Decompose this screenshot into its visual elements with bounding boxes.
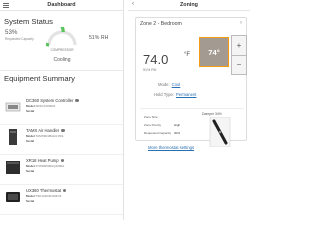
system-status-card: 53% Requested Capacity COMPRESSOR 51% RH… <box>0 26 123 63</box>
stat-label: Zone Priority <box>144 123 162 127</box>
equipment-name: UX360 Thermostat <box>26 188 62 193</box>
list-item[interactable]: TAMX Air Handler Model TAMX9D1BAH3.0SS S… <box>0 125 123 155</box>
list-item[interactable]: XR18 Heat Pump Model 4TWR9D36AQ1000A Ser… <box>0 155 123 185</box>
hold-row: Hold Type: Permanent <box>154 92 196 97</box>
zone-card: Zone 2 - Bedroom › 74.0 °F 51% RH 74° + … <box>135 17 247 147</box>
hold-label: Hold Type: <box>154 92 174 97</box>
equipment-name: DC360 System Controller <box>26 98 74 103</box>
model-label: Model <box>26 194 35 198</box>
thermostat-icon <box>6 192 20 202</box>
capacity-label: Requested Capacity <box>5 37 34 41</box>
zone-name: Zone 2 - Bedroom <box>140 21 182 27</box>
more-settings-link[interactable]: More thermostat settings <box>148 145 194 150</box>
increase-setpoint-button[interactable]: + <box>232 36 246 56</box>
capacity-value: 53% <box>5 29 18 36</box>
setpoint-display: 74° <box>199 37 229 67</box>
hold-value-link[interactable]: Permanent <box>176 92 196 97</box>
serial-label: Serial <box>26 139 35 143</box>
info-icon[interactable] <box>60 158 64 163</box>
stat-value: High <box>174 123 181 127</box>
setpoint-stepper: + − <box>231 35 247 75</box>
stat-label: Zone Size <box>144 115 158 119</box>
equipment-name: TAMX Air Handler <box>26 128 60 133</box>
mode-label: Mode: <box>158 82 170 87</box>
humidity-readout: 51% RH <box>89 35 109 41</box>
dashboard-title: Dashboard <box>47 2 76 8</box>
back-icon[interactable]: ‹ <box>132 1 134 7</box>
model-label: Model <box>26 104 35 108</box>
compressor-label: COMPRESSOR <box>50 48 74 52</box>
zoning-header: ‹ Zoning <box>128 0 250 11</box>
list-item[interactable]: DC360 System Controller Model SR1G720000… <box>0 95 123 125</box>
mode-value-link[interactable]: Cool <box>172 82 181 87</box>
dashboard-panel: Dashboard System Status 53% Requested Ca… <box>0 0 124 220</box>
temperature-unit: °F <box>184 52 191 58</box>
damper-icon <box>209 117 231 147</box>
zoning-title: Zoning <box>180 2 198 8</box>
chevron-right-icon[interactable]: › <box>240 20 242 26</box>
model-value: 4TWR9D36AQ1000A <box>35 164 65 168</box>
model-value: SR1G7200001 <box>35 104 56 108</box>
stat-value: 30% <box>174 131 181 135</box>
stat-label: Requested Capacity <box>144 131 172 135</box>
compressor-gauge-icon <box>46 27 77 47</box>
current-temperature: 74.0 <box>143 52 169 67</box>
zone-details: Zone Size Zone Priority High Requested C… <box>140 108 244 148</box>
zone-humidity: 51% RH <box>143 68 157 72</box>
zoning-panel: ‹ Zoning Zone 2 - Bedroom › 74.0 °F 51% … <box>128 0 250 220</box>
system-status-heading: System Status <box>4 17 53 26</box>
serial-label: Serial <box>26 169 35 173</box>
serial-label: Serial <box>26 199 35 203</box>
air-handler-icon <box>9 129 17 145</box>
serial-label: Serial <box>26 109 35 113</box>
decrease-setpoint-button[interactable]: − <box>232 55 246 74</box>
model-value: TAMX9D1BAH3.0SS <box>35 134 64 138</box>
system-mode: Cooling <box>53 57 71 63</box>
damper-label: Damper 34% <box>202 112 222 116</box>
heat-pump-icon <box>6 161 20 174</box>
equipment-list: DC360 System Controller Model SR1G720000… <box>0 95 123 215</box>
controller-icon <box>5 102 21 112</box>
equipment-name: XR18 Heat Pump <box>26 158 59 163</box>
list-item[interactable]: UX360 Thermostat Model TSK1220301W4C6 Se… <box>0 185 123 215</box>
info-icon[interactable] <box>75 98 79 103</box>
mode-row: Mode: Cool <box>158 82 180 87</box>
model-label: Model <box>26 164 35 168</box>
dashboard-header: Dashboard <box>0 0 123 11</box>
equipment-summary-heading: Equipment Summary <box>0 70 123 83</box>
info-icon[interactable] <box>63 188 67 193</box>
menu-icon[interactable] <box>3 3 9 8</box>
info-icon[interactable] <box>61 128 65 133</box>
model-value: TSK1220301W4C6 <box>35 194 62 198</box>
model-label: Model <box>26 134 35 138</box>
